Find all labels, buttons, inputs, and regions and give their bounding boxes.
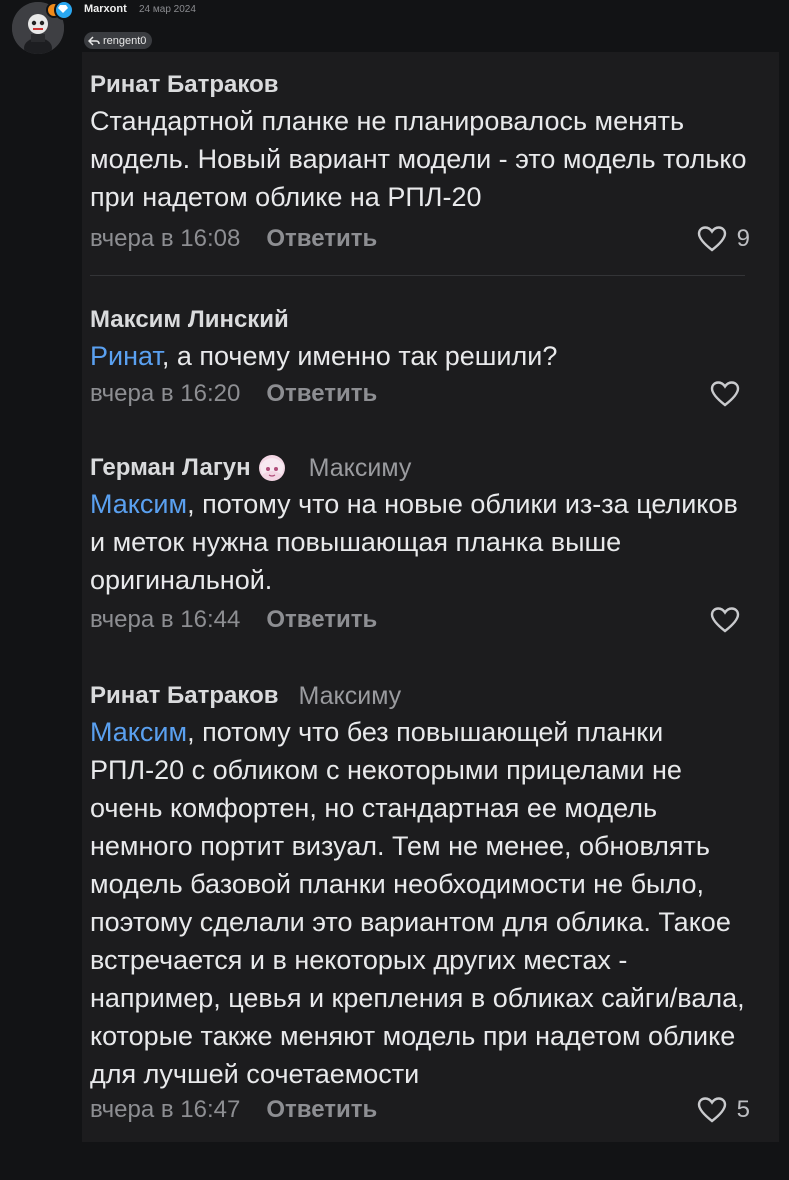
comment-body: , потому что на новые облики из-за целик… xyxy=(90,489,738,595)
reply-button[interactable]: Ответить xyxy=(266,1096,377,1124)
reply-arrow-icon xyxy=(88,35,100,46)
reply-addressee[interactable]: Максиму xyxy=(299,682,402,711)
post-date: 24 мар 2024 xyxy=(139,4,196,15)
divider xyxy=(90,275,745,276)
comment: Ринат Батраков Максиму Максим, потому чт… xyxy=(90,681,750,1127)
reply-chip[interactable]: rengent0 xyxy=(84,32,153,49)
comment-time: вчера в 16:47 xyxy=(90,1096,241,1123)
comment-time: вчера в 16:20 xyxy=(90,380,241,407)
comment-text: Максим, потому что на новые облики из-за… xyxy=(90,485,750,599)
comment: Ринат Батраков Стандартной планке не пла… xyxy=(90,70,750,256)
heart-icon xyxy=(697,1097,726,1123)
like-button[interactable]: 9 xyxy=(697,222,750,256)
comment-time: вчера в 16:44 xyxy=(90,606,241,633)
mention-link[interactable]: Ринат xyxy=(90,341,162,371)
mention-link[interactable]: Максим xyxy=(90,489,187,519)
comment-body: , а почему именно так решили? xyxy=(161,341,558,371)
like-button[interactable] xyxy=(710,603,750,637)
like-count: 5 xyxy=(736,1096,750,1123)
like-count: 9 xyxy=(736,225,750,252)
post-username[interactable]: Marxont xyxy=(84,3,127,15)
mention-link[interactable]: Максим xyxy=(90,717,187,747)
reply-addressee[interactable]: Максиму xyxy=(309,454,412,483)
comment-author[interactable]: Ринат Батраков xyxy=(90,682,279,710)
comment: Герман Лагун Максиму Максим, потому что … xyxy=(90,453,750,637)
like-button[interactable]: 5 xyxy=(697,1093,750,1127)
diamond-icon xyxy=(54,0,74,20)
reply-button[interactable]: Ответить xyxy=(266,225,377,253)
comment-text: Максим, потому что без повышающей планки… xyxy=(90,713,750,1093)
heart-icon xyxy=(697,226,726,252)
comment-author[interactable]: Максим Линский xyxy=(90,306,289,334)
comment-time: вчера в 16:08 xyxy=(90,225,241,252)
comment-text: Ринат, а почему именно так решили? xyxy=(90,337,750,375)
like-button[interactable] xyxy=(710,377,750,411)
anime-sticker-icon xyxy=(258,455,285,481)
comment-text: Стандартной планке не планировалось меня… xyxy=(90,106,747,212)
comment: Максим Линский Ринат, а почему именно та… xyxy=(90,305,750,411)
post-header: Marxont 24 мар 2024 rengent0 xyxy=(0,0,789,54)
heart-icon xyxy=(710,381,740,407)
reply-chip-label: rengent0 xyxy=(103,34,147,47)
comment-author[interactable]: Герман Лагун xyxy=(90,454,251,482)
comment-author[interactable]: Ринат Батраков xyxy=(90,71,279,99)
comment-thread: Ринат Батраков Стандартной планке не пла… xyxy=(82,52,779,1142)
reply-button[interactable]: Ответить xyxy=(266,380,377,408)
comment-body: , потому что без повышающей планки РПЛ-2… xyxy=(90,717,745,1089)
heart-icon xyxy=(710,607,740,633)
reply-button[interactable]: Ответить xyxy=(266,606,377,634)
